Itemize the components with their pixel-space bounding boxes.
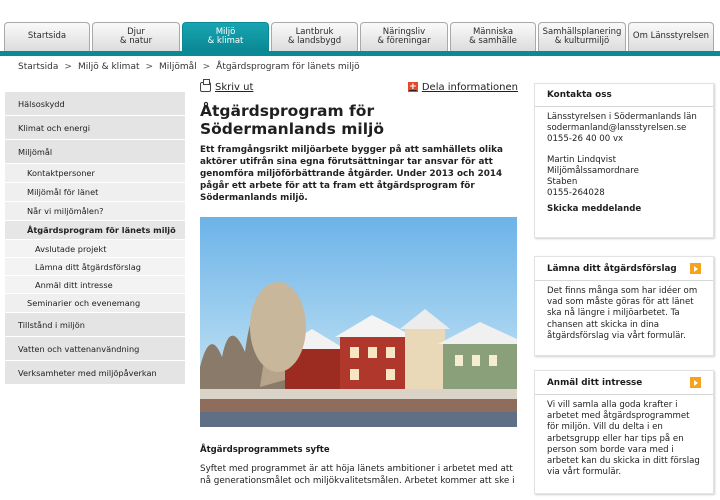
sidebar-item-tillstand[interactable]: Tillstånd i miljön: [5, 313, 185, 337]
tab-djur-natur[interactable]: Djur & natur: [92, 22, 180, 51]
send-message-link[interactable]: Skicka meddelande: [547, 204, 701, 215]
sidebar-item-miljomal-lanet[interactable]: Miljömål för länet: [5, 183, 185, 202]
tab-manniska-samhalle[interactable]: Människa & samhälle: [450, 22, 536, 51]
proposal-title-text: Lämna ditt åtgärdsförslag: [547, 263, 677, 274]
contact-unit: Staben: [547, 177, 578, 188]
breadcrumb-startsida[interactable]: Startsida: [18, 62, 58, 72]
breadcrumb-current: Åtgärdsprogram för länets miljö: [216, 62, 360, 72]
print-label: Skriv ut: [215, 81, 254, 93]
content-toolbar: Skriv ut + Dela informationen: [200, 79, 518, 95]
breadcrumb-separator: >: [64, 62, 72, 72]
tab-naringsliv-foreningar[interactable]: Näringsliv & föreningar: [360, 22, 448, 51]
interest-text: Vi vill samla alla goda krafter i arbete…: [547, 400, 700, 478]
contact-title: Kontakta oss: [535, 84, 713, 107]
sidebar-item-seminarier[interactable]: Seminarier och evenemang: [5, 294, 185, 313]
sidebar-item-miljomal[interactable]: Miljömål: [5, 140, 185, 164]
contact-title-text: Kontakta oss: [547, 90, 612, 100]
main-navigation: Startsida Djur & natur Miljö & klimat La…: [0, 0, 720, 56]
tab-miljo-klimat[interactable]: Miljö & klimat: [182, 22, 269, 51]
sidebar-navigation: Hälsoskydd Klimat och energi Miljömål Ko…: [5, 92, 185, 385]
plus-icon: +: [407, 82, 418, 92]
breadcrumb-miljo-klimat[interactable]: Miljö & klimat: [78, 62, 140, 72]
interest-box: Anmäl ditt intresse Vi vill samla alla g…: [534, 370, 714, 494]
sidebar-item-lamna-forslag[interactable]: Lämna ditt åtgärdsförslag: [5, 258, 185, 276]
share-label: Dela informationen: [421, 81, 518, 93]
contact-box: Kontakta oss Länsstyrelsen i Södermanlan…: [534, 83, 714, 238]
sidebar-item-vatten[interactable]: Vatten och vattenanvändning: [5, 337, 185, 361]
print-button[interactable]: Skriv ut: [200, 79, 254, 93]
contact-org: Länsstyrelsen i Södermanlands län: [547, 112, 697, 122]
contact-email[interactable]: sodermanland@lansstyrelsen.se: [547, 123, 701, 134]
main-content: Skriv ut + Dela informationen Åtgärdspro…: [200, 79, 518, 487]
contact-role: Miljömålssamordnare: [547, 165, 639, 176]
share-button[interactable]: + Dela informationen: [407, 81, 518, 93]
sidebar-item-atgardsprogram[interactable]: Åtgärdsprogram för länets miljö: [5, 221, 185, 240]
sidebar-item-verksamheter[interactable]: Verksamheter med miljöpåverkan: [5, 361, 185, 385]
contact-person-phone: 0155-264028: [547, 188, 605, 199]
breadcrumb: Startsida > Miljö & klimat > Miljömål > …: [0, 61, 720, 73]
contact-person: Martin Lindqvist: [547, 154, 617, 165]
sidebar-item-avslutade-projekt[interactable]: Avslutade projekt: [5, 240, 185, 258]
tab-startsida[interactable]: Startsida: [4, 22, 90, 51]
proposal-text: Det finns många som har idéer om vad som…: [547, 286, 698, 341]
breadcrumb-separator: >: [145, 62, 154, 72]
sidebar-item-halsoskydd[interactable]: Hälsoskydd: [5, 92, 185, 116]
contact-details: Länsstyrelsen i Södermanlands län soderm…: [535, 107, 713, 224]
tab-om-lansstyrelsen[interactable]: Om Länsstyrelsen: [628, 22, 714, 51]
arrow-right-icon[interactable]: [690, 263, 701, 274]
breadcrumb-separator: >: [202, 62, 211, 72]
tab-samhallsplanering-kulturmiljo[interactable]: Samhällsplanering & kulturmiljö: [538, 22, 626, 51]
breadcrumb-miljomal[interactable]: Miljömål: [159, 62, 197, 72]
interest-title[interactable]: Anmäl ditt intresse: [535, 371, 713, 395]
page-title: Åtgärdsprogram för Södermanlands miljö: [200, 102, 384, 138]
town-photo: [200, 217, 517, 427]
proposal-box: Lämna ditt åtgärdsförslag Det finns mång…: [534, 256, 714, 356]
tab-lantbruk-landsbygd[interactable]: Lantbruk & landsbygd: [271, 22, 358, 51]
arrow-right-icon[interactable]: [690, 377, 701, 388]
section-heading: Åtgärdsprogrammets syfte: [200, 445, 330, 455]
sidebar-item-kontaktpersoner[interactable]: Kontaktpersoner: [5, 164, 185, 183]
contact-phone: 0155-26 40 00 vx: [547, 134, 624, 145]
printer-icon: [200, 79, 211, 92]
sidebar-item-anmal-intresse[interactable]: Anmäl ditt intresse: [5, 276, 185, 294]
lead-paragraph: Ett framgångsrikt miljöarbete bygger på …: [200, 145, 503, 203]
sidebar-item-nar-vi-miljomalen[interactable]: Når vi miljömålen?: [5, 202, 185, 221]
interest-title-text: Anmäl ditt intresse: [547, 377, 643, 388]
town-photo-illustration: [200, 282, 517, 427]
proposal-title[interactable]: Lämna ditt åtgärdsförslag: [535, 257, 713, 281]
sidebar-item-klimat-energi[interactable]: Klimat och energi: [5, 116, 185, 140]
body-paragraph: Syftet med programmet är att höja länets…: [200, 464, 515, 486]
